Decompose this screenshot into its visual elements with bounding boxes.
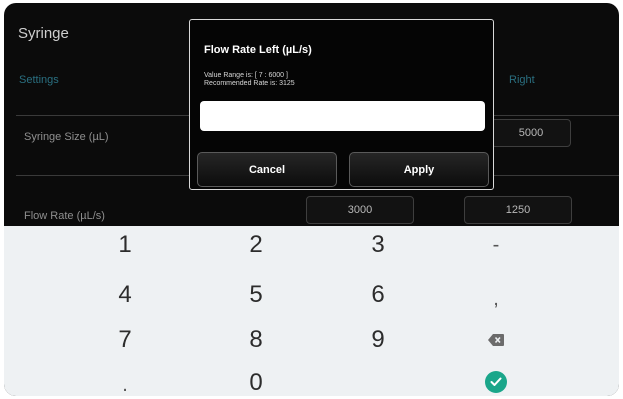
app-title: Syringe <box>18 25 69 42</box>
key-8[interactable]: 8 <box>211 321 301 359</box>
space-key[interactable] <box>333 366 423 396</box>
check-circle-icon <box>485 371 507 393</box>
done-key[interactable] <box>451 363 541 396</box>
key-dot[interactable]: . <box>80 366 170 396</box>
check-icon <box>490 377 502 386</box>
flow-rate-dialog: Flow Rate Left (µL/s) Value Range is: [ … <box>189 19 494 190</box>
column-header-settings: Settings <box>19 74 59 86</box>
key-4[interactable]: 4 <box>80 276 170 314</box>
apply-button[interactable]: Apply <box>349 152 489 187</box>
device-screen: Syringe Settings Right Syringe Size (µL)… <box>4 3 619 396</box>
key-minus[interactable]: - <box>451 226 541 264</box>
backspace-icon-glyph <box>488 334 504 346</box>
column-header-right: Right <box>509 74 535 86</box>
numeric-keyboard: 1 2 3 - 4 5 6 , 7 8 9 . 0 <box>4 226 619 396</box>
value-range-text: Value Range is: [ 7 : 6000 ] <box>204 72 288 79</box>
backspace-icon[interactable] <box>451 321 541 359</box>
dialog-range-info: Value Range is: [ 7 : 6000 ] Recommended… <box>204 72 295 88</box>
recommended-rate-text: Recommended Rate is: 3125 <box>204 80 295 87</box>
key-5[interactable]: 5 <box>211 276 301 314</box>
flow-rate-label: Flow Rate (µL/s) <box>24 210 105 222</box>
key-3[interactable]: 3 <box>333 226 423 264</box>
key-6[interactable]: 6 <box>333 276 423 314</box>
cancel-button[interactable]: Cancel <box>197 152 337 187</box>
key-0[interactable]: 0 <box>211 364 301 396</box>
syringe-size-right-field[interactable]: 5000 <box>491 119 571 147</box>
key-comma[interactable]: , <box>451 280 541 318</box>
syringe-size-label: Syringe Size (µL) <box>24 131 109 143</box>
dialog-title: Flow Rate Left (µL/s) <box>204 44 312 56</box>
flow-rate-left-field[interactable]: 3000 <box>306 196 414 224</box>
key-2[interactable]: 2 <box>211 226 301 264</box>
key-7[interactable]: 7 <box>80 321 170 359</box>
key-9[interactable]: 9 <box>333 321 423 359</box>
key-1[interactable]: 1 <box>80 226 170 264</box>
flow-rate-right-field[interactable]: 1250 <box>464 196 572 224</box>
flow-rate-input[interactable] <box>200 101 485 131</box>
